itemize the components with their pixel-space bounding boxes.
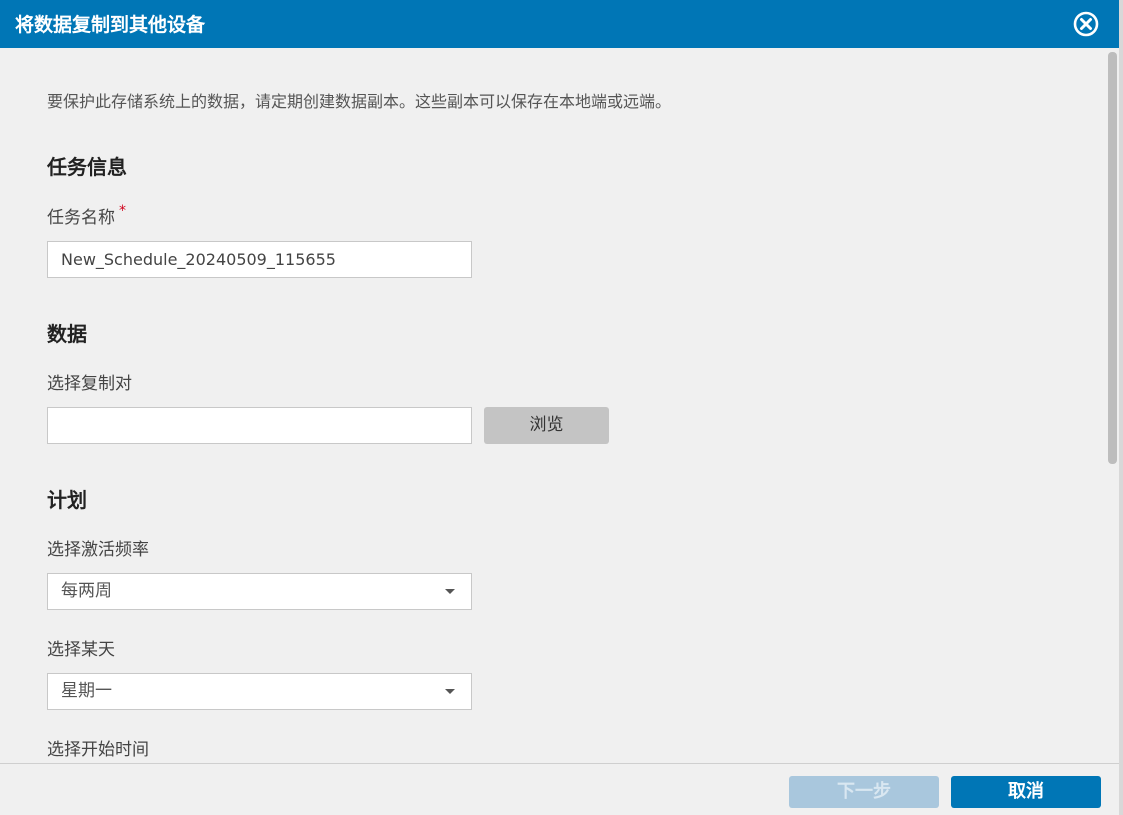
chevron-down-icon <box>445 589 455 594</box>
dialog-titlebar: 将数据复制到其他设备 <box>0 0 1119 48</box>
replication-dialog: 将数据复制到其他设备 要保护此存储系统上的数据，请定期创建数据副本。这些副本可以… <box>0 0 1123 815</box>
section-title-schedule: 计划 <box>47 488 87 512</box>
intro-text: 要保护此存储系统上的数据，请定期创建数据副本。这些副本可以保存在本地端或远端。 <box>47 92 672 111</box>
section-title-task-info: 任务信息 <box>47 155 127 179</box>
section-title-data: 数据 <box>47 322 87 346</box>
task-name-input[interactable]: New_Schedule_20240509_115655 <box>47 241 472 278</box>
browse-button[interactable]: 浏览 <box>484 407 609 444</box>
next-button[interactable]: 下一步 <box>789 776 939 808</box>
task-name-value: New_Schedule_20240509_115655 <box>61 250 336 269</box>
window-edge <box>1119 0 1123 815</box>
task-name-label-text: 任务名称 <box>47 208 115 228</box>
frequency-value: 每两周 <box>61 581 112 601</box>
task-name-label: 任务名称 * <box>47 203 126 228</box>
dialog-footer: 下一步 取消 <box>0 763 1119 815</box>
day-label: 选择某天 <box>47 640 115 660</box>
close-icon[interactable] <box>1073 11 1099 37</box>
vertical-scrollbar[interactable] <box>1105 48 1119 763</box>
dialog-content[interactable]: 要保护此存储系统上的数据，请定期创建数据副本。这些副本可以保存在本地端或远端。 … <box>0 48 1105 763</box>
day-select[interactable]: 星期一 <box>47 673 472 710</box>
replication-pair-input[interactable] <box>47 407 472 444</box>
scrollbar-thumb[interactable] <box>1108 52 1117 464</box>
start-time-label: 选择开始时间 <box>47 740 149 760</box>
frequency-select[interactable]: 每两周 <box>47 573 472 610</box>
dialog-title: 将数据复制到其他设备 <box>15 14 206 36</box>
frequency-label: 选择激活频率 <box>47 540 149 560</box>
cancel-button[interactable]: 取消 <box>951 776 1101 808</box>
replication-pair-label: 选择复制对 <box>47 374 132 394</box>
required-marker: * <box>119 203 126 219</box>
chevron-down-icon <box>445 689 455 694</box>
day-value: 星期一 <box>61 681 112 701</box>
